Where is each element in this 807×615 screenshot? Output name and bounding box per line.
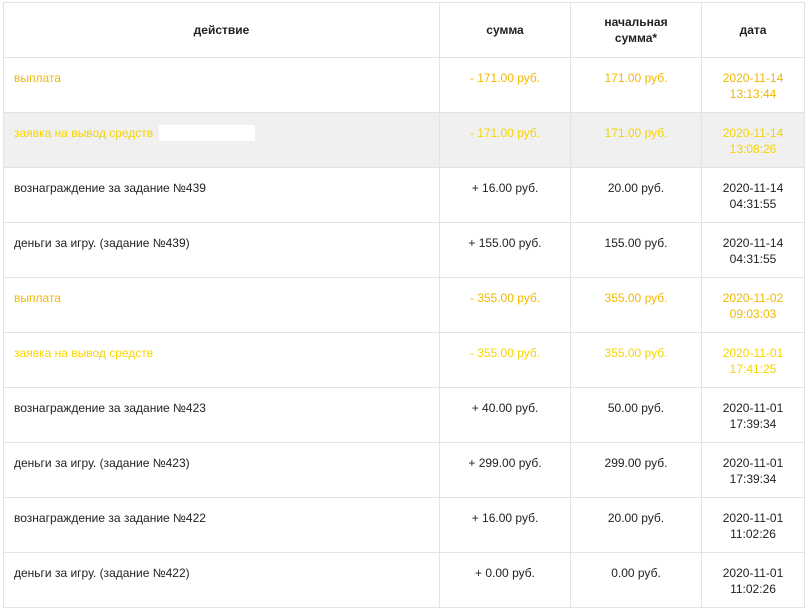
cell-action: вознаграждение за задание №439 <box>3 167 440 223</box>
time-value: 04:31:55 <box>729 197 777 211</box>
cell-date: 2020-11-14 13:13:44 <box>701 57 805 113</box>
date-value: 2020-11-01 <box>722 511 784 525</box>
time-value: 17:41:25 <box>729 362 777 376</box>
cell-amount: + 16.00 руб. <box>439 167 571 223</box>
transactions-table: действие сумма начальная сумма* дата вып… <box>3 2 805 608</box>
time-value: 17:39:34 <box>729 417 777 431</box>
cell-initial-amount: 0.00 руб. <box>570 552 702 608</box>
cell-initial-amount: 155.00 руб. <box>570 222 702 278</box>
transactions-container: действие сумма начальная сумма* дата вып… <box>3 2 805 608</box>
cell-date: 2020-11-14 04:31:55 <box>701 222 805 278</box>
date-value: 2020-11-14 <box>722 181 784 195</box>
date-value: 2020-11-02 <box>722 291 784 305</box>
cell-date: 2020-11-01 17:41:25 <box>701 332 805 388</box>
date-value: 2020-11-01 <box>722 456 784 470</box>
time-value: 04:31:55 <box>729 252 777 266</box>
cell-action: заявка на вывод средств <box>3 112 440 168</box>
date-value: 2020-11-01 <box>722 401 784 415</box>
cell-amount: - 355.00 руб. <box>439 277 571 333</box>
cell-date: 2020-11-01 11:02:26 <box>701 497 805 553</box>
time-value: 13:08:26 <box>729 142 777 156</box>
table-row: вознаграждение за задание №422 + 16.00 р… <box>3 497 805 553</box>
date-value: 2020-11-01 <box>722 346 784 360</box>
cell-date: 2020-11-01 17:39:34 <box>701 387 805 443</box>
cell-amount: + 0.00 руб. <box>439 552 571 608</box>
cell-date: 2020-11-14 13:08:26 <box>701 112 805 168</box>
cell-initial-amount: 355.00 руб. <box>570 277 702 333</box>
cell-amount: + 299.00 руб. <box>439 442 571 498</box>
cell-initial-amount: 355.00 руб. <box>570 332 702 388</box>
table-row: заявка на вывод средств - 171.00 руб. 17… <box>3 112 805 168</box>
action-text: заявка на вывод средств <box>14 126 154 140</box>
time-value: 11:02:26 <box>730 527 776 541</box>
table-row: деньги за игру. (задание №422) + 0.00 ру… <box>3 552 805 608</box>
cell-initial-amount: 171.00 руб. <box>570 112 702 168</box>
cell-initial-amount: 299.00 руб. <box>570 442 702 498</box>
header-date[interactable]: дата <box>701 2 805 58</box>
cell-amount: + 16.00 руб. <box>439 497 571 553</box>
date-value: 2020-11-14 <box>722 236 784 250</box>
cell-action: деньги за игру. (задание №439) <box>3 222 440 278</box>
cell-initial-amount: 20.00 руб. <box>570 167 702 223</box>
header-amount[interactable]: сумма <box>439 2 571 58</box>
cell-amount: - 171.00 руб. <box>439 112 571 168</box>
cell-date: 2020-11-01 17:39:34 <box>701 442 805 498</box>
date-value: 2020-11-14 <box>722 71 784 85</box>
date-value: 2020-11-14 <box>722 126 784 140</box>
redacted-area <box>158 125 255 141</box>
time-value: 09:03:03 <box>729 307 777 321</box>
time-value: 13:13:44 <box>729 87 777 101</box>
cell-action: выплата <box>3 57 440 113</box>
cell-date: 2020-11-14 04:31:55 <box>701 167 805 223</box>
cell-amount: + 40.00 руб. <box>439 387 571 443</box>
cell-amount: - 171.00 руб. <box>439 57 571 113</box>
table-row: вознаграждение за задание №423 + 40.00 р… <box>3 387 805 443</box>
cell-amount: + 155.00 руб. <box>439 222 571 278</box>
table-row: заявка на вывод средств - 355.00 руб. 35… <box>3 332 805 388</box>
table-row: выплата - 171.00 руб. 171.00 руб. 2020-1… <box>3 57 805 113</box>
cell-amount: - 355.00 руб. <box>439 332 571 388</box>
table-row: выплата - 355.00 руб. 355.00 руб. 2020-1… <box>3 277 805 333</box>
table-row: деньги за игру. (задание №439) + 155.00 … <box>3 222 805 278</box>
time-value: 11:02:26 <box>730 582 776 596</box>
cell-action: деньги за игру. (задание №423) <box>3 442 440 498</box>
time-value: 17:39:34 <box>729 472 777 486</box>
cell-action: вознаграждение за задание №422 <box>3 497 440 553</box>
date-value: 2020-11-01 <box>722 566 784 580</box>
cell-date: 2020-11-02 09:03:03 <box>701 277 805 333</box>
header-initial-line1: начальная <box>604 15 668 29</box>
table-header-row: действие сумма начальная сумма* дата <box>3 2 805 58</box>
cell-initial-amount: 171.00 руб. <box>570 57 702 113</box>
header-initial-line2: сумма* <box>614 31 658 45</box>
header-initial-amount[interactable]: начальная сумма* <box>570 2 702 58</box>
cell-action: вознаграждение за задание №423 <box>3 387 440 443</box>
table-row: деньги за игру. (задание №423) + 299.00 … <box>3 442 805 498</box>
cell-initial-amount: 50.00 руб. <box>570 387 702 443</box>
cell-initial-amount: 20.00 руб. <box>570 497 702 553</box>
table-row: вознаграждение за задание №439 + 16.00 р… <box>3 167 805 223</box>
cell-date: 2020-11-01 11:02:26 <box>701 552 805 608</box>
cell-action: деньги за игру. (задание №422) <box>3 552 440 608</box>
cell-action: заявка на вывод средств <box>3 332 440 388</box>
cell-action: выплата <box>3 277 440 333</box>
header-action[interactable]: действие <box>3 2 440 58</box>
